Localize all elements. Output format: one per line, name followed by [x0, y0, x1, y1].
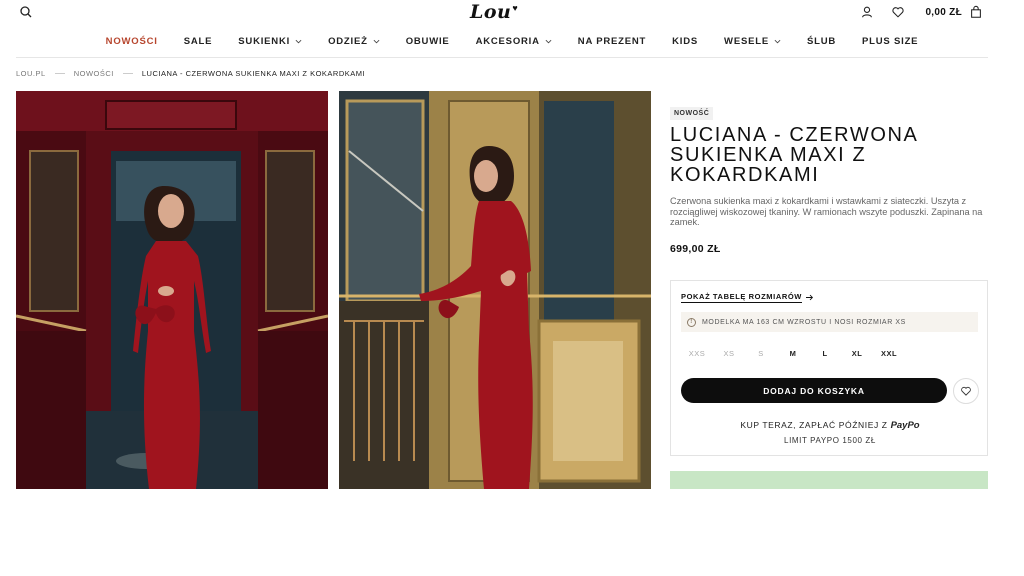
- main-nav: NOWOŚCI SALE SUKIENKI ODZIEŻ OBUWIE AKCE…: [0, 31, 1024, 51]
- paypo-logo: PayPo: [890, 420, 920, 431]
- chevron-down-icon: [295, 39, 302, 43]
- size-chart-label: POKAŻ TABELĘ ROZMIARÓW: [681, 292, 802, 303]
- logo[interactable]: Lou ♥: [470, 0, 518, 24]
- paypo-offer: KUP TERAZ, ZAPŁAĆ PÓŹNIEJ Z PayPo: [671, 420, 989, 431]
- product-price: 699,00 ZŁ: [670, 243, 721, 255]
- paypo-limit: LIMIT PAYPO 1500 ZŁ: [784, 436, 876, 445]
- product-photo-front[interactable]: [16, 91, 328, 489]
- nav-item-na-prezent[interactable]: NA PREZENT: [578, 36, 646, 47]
- nav-item-odziez[interactable]: ODZIEŻ: [328, 36, 380, 47]
- nav-item-wesele[interactable]: WESELE: [724, 36, 781, 47]
- heart-icon[interactable]: [890, 4, 906, 20]
- nav-label: WESELE: [724, 35, 769, 47]
- size-option-xs[interactable]: XS: [713, 347, 745, 360]
- size-option-m[interactable]: M: [777, 347, 809, 360]
- nav-item-sukienki[interactable]: SUKIENKI: [238, 36, 302, 47]
- nav-label: SALE: [183, 35, 213, 47]
- product-description: Czerwona sukienka maxi z kokardkami i ws…: [670, 196, 983, 227]
- model-info-text: MODELKA MA 163 CM WZROSTU I NOSI ROZMIAR…: [702, 318, 906, 326]
- user-icon[interactable]: [859, 4, 875, 20]
- size-option-xxl[interactable]: XXL: [873, 347, 905, 360]
- breadcrumb-home[interactable]: LOU.PL: [16, 69, 46, 78]
- model-info-note: ! MODELKA MA 163 CM WZROSTU I NOSI ROZMI…: [681, 312, 978, 332]
- size-option-xxs[interactable]: XXS: [681, 347, 713, 360]
- chevron-down-icon: [774, 39, 781, 43]
- size-option-s[interactable]: S: [745, 347, 777, 360]
- nav-item-obuwie[interactable]: OBUWIE: [406, 36, 450, 47]
- nav-item-kids[interactable]: KIDS: [672, 36, 698, 47]
- nav-item-sale[interactable]: SALE: [184, 36, 213, 47]
- chevron-down-icon: [373, 39, 380, 43]
- breadcrumb: LOU.PL NOWOŚCI LUCIANA - CZERWONA SUKIEN…: [16, 69, 365, 78]
- add-to-wishlist-button[interactable]: [953, 378, 979, 404]
- nav-label: ŚLUB: [806, 35, 837, 47]
- nav-item-slub[interactable]: ŚLUB: [807, 36, 836, 47]
- size-chart-link[interactable]: POKAŻ TABELĘ ROZMIARÓW: [681, 292, 814, 303]
- breadcrumb-category[interactable]: NOWOŚCI: [74, 69, 114, 78]
- nav-divider: [16, 57, 988, 58]
- logo-text: Lou: [470, 1, 512, 23]
- nav-label: AKCESORIA: [475, 35, 540, 47]
- add-to-cart-button[interactable]: DODAJ DO KOSZYKA: [681, 378, 947, 403]
- breadcrumb-separator: [54, 73, 65, 74]
- info-icon: !: [687, 317, 696, 327]
- nav-label: NOWOŚCI: [105, 35, 158, 47]
- nav-label: SUKIENKI: [238, 35, 291, 47]
- heart-icon: [961, 386, 971, 396]
- nav-label: ODZIEŻ: [328, 35, 368, 47]
- cart-button[interactable]: 0,00 ZŁ: [921, 4, 984, 20]
- breadcrumb-current: LUCIANA - CZERWONA SUKIENKA MAXI Z KOKAR…: [141, 69, 366, 78]
- search-icon[interactable]: [18, 4, 34, 20]
- arrow-right-icon: [805, 294, 813, 301]
- promo-banner[interactable]: [670, 471, 988, 489]
- product-title: LUCIANA - CZERWONA SUKIENKA MAXI Z KOKAR…: [670, 124, 918, 186]
- size-option-l[interactable]: L: [809, 347, 841, 360]
- nav-label: KIDS: [672, 35, 699, 47]
- bag-icon: [968, 4, 984, 20]
- breadcrumb-separator: [122, 73, 133, 74]
- nav-label: PLUS SIZE: [862, 35, 919, 47]
- cart-total: 0,00 ZŁ: [925, 6, 962, 18]
- product-photo-front-image: [16, 91, 328, 489]
- new-badge: NOWOŚĆ: [670, 107, 714, 120]
- logo-heart-icon: ♥: [512, 3, 518, 13]
- chevron-down-icon: [545, 39, 552, 43]
- nav-label: NA PREZENT: [577, 35, 647, 47]
- product-photo-back-image: [339, 91, 651, 489]
- product-photo-back[interactable]: [339, 91, 651, 489]
- top-header: Lou ♥ 0,00 ZŁ: [0, 0, 1024, 26]
- size-options: XXS XS S M L XL XXL: [681, 347, 905, 360]
- header-actions: 0,00 ZŁ: [859, 4, 984, 20]
- nav-item-nowosci[interactable]: NOWOŚCI: [106, 36, 158, 47]
- nav-label: OBUWIE: [405, 35, 450, 47]
- size-selector-panel: POKAŻ TABELĘ ROZMIARÓW ! MODELKA MA 163 …: [670, 280, 988, 456]
- size-option-xl[interactable]: XL: [841, 347, 873, 360]
- paypo-text: KUP TERAZ, ZAPŁAĆ PÓŹNIEJ Z: [740, 420, 888, 430]
- nav-item-akcesoria[interactable]: AKCESORIA: [476, 36, 552, 47]
- nav-item-plus-size[interactable]: PLUS SIZE: [862, 36, 918, 47]
